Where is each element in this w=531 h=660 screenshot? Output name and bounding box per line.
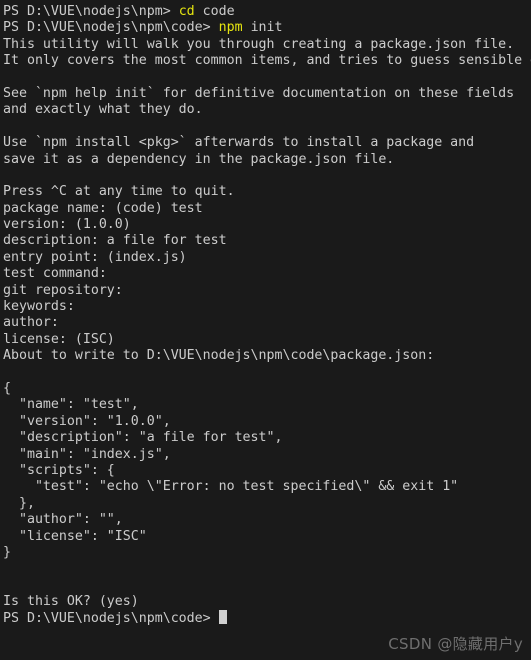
output-token: entry point: (index.js)	[3, 249, 187, 265]
output-token: and exactly what they do.	[3, 102, 203, 118]
output-token: save it as a dependency in the package.j…	[3, 151, 395, 167]
terminal-line: See `npm help init` for definitive docum…	[3, 86, 531, 102]
output-token: "scripts": {	[3, 462, 115, 478]
output-token: "main": "index.js",	[3, 446, 171, 462]
terminal-window[interactable]: PS D:\VUE\nodejs\npm> cd code PS D:\VUE\n…	[0, 0, 531, 660]
terminal-line: test command:	[3, 266, 531, 282]
terminal-line: Is this OK? (yes)	[3, 594, 531, 610]
output-token	[3, 365, 11, 380]
output-token: license: (ISC)	[3, 331, 115, 347]
output-token: See `npm help init` for definitive docum…	[3, 85, 515, 101]
terminal-line	[3, 119, 531, 135]
output-token: Press ^C at any time to quit.	[3, 184, 235, 200]
terminal-line: package name: (code) test	[3, 201, 531, 217]
output-token: "license": "ISC"	[3, 528, 147, 544]
output-token: It only covers the most common items, an…	[3, 53, 531, 69]
terminal-line: "author": "",	[3, 512, 531, 528]
prompt-token: PS D:\VUE\nodejs\npm\code>	[3, 20, 219, 36]
terminal-line: "test": "echo \"Error: no test specified…	[3, 479, 531, 495]
terminal-line: "version": "1.0.0",	[3, 414, 531, 430]
terminal-line	[3, 365, 531, 381]
prompt-token: PS D:\VUE\nodejs\npm\code>	[3, 611, 219, 627]
output-token: Is this OK? (yes)	[3, 594, 139, 610]
output-token	[3, 168, 11, 183]
output-token	[3, 119, 11, 134]
terminal-line: "license": "ISC"	[3, 529, 531, 545]
terminal-line: version: (1.0.0)	[3, 217, 531, 233]
output-token	[3, 578, 11, 593]
output-token: package name: (code) test	[3, 200, 203, 216]
terminal-line: "description": "a file for test",	[3, 430, 531, 446]
output-token: version: (1.0.0)	[3, 217, 131, 233]
prompt-token: PS D:\VUE\nodejs\npm>	[3, 4, 179, 19]
terminal-line	[3, 561, 531, 577]
terminal-line: keywords:	[3, 299, 531, 315]
output-token: "test": "echo \"Error: no test specified…	[3, 479, 459, 495]
terminal-line: Press ^C at any time to quit.	[3, 184, 531, 200]
terminal-line: author:	[3, 315, 531, 331]
output-token: This utility will walk you through creat…	[3, 36, 515, 52]
output-token: "version": "1.0.0",	[3, 413, 171, 429]
terminal-line: This utility will walk you through creat…	[3, 37, 531, 53]
terminal-line: save it as a dependency in the package.j…	[3, 152, 531, 168]
output-token: test command:	[3, 266, 107, 282]
csdn-watermark: CSDN @隐藏用户y	[388, 634, 523, 653]
terminal-line: license: (ISC)	[3, 332, 531, 348]
output-token: git repository:	[3, 282, 123, 298]
output-token: "author": "",	[3, 512, 123, 528]
terminal-output: PS D:\VUE\nodejs\npm> cd code PS D:\VUE\n…	[3, 4, 531, 627]
command-token: cd	[178, 4, 195, 19]
output-token: "description": "a file for test",	[3, 430, 283, 446]
output-token: },	[3, 495, 35, 511]
terminal-line: and exactly what they do.	[3, 102, 531, 118]
terminal-cursor[interactable]	[218, 610, 227, 625]
terminal-line: Use `npm install <pkg>` afterwards to in…	[3, 135, 531, 151]
terminal-line: "name": "test",	[3, 397, 531, 413]
terminal-line: description: a file for test	[3, 233, 531, 249]
terminal-line: git repository:	[3, 283, 531, 299]
output-token: keywords:	[3, 299, 75, 315]
terminal-line: About to write to D:\VUE\nodejs\npm\code…	[3, 348, 531, 364]
output-token: description: a file for test	[3, 233, 227, 249]
terminal-line: "main": "index.js",	[3, 447, 531, 463]
output-token: }	[3, 544, 11, 560]
terminal-line: "scripts": {	[3, 463, 531, 479]
output-token: {	[3, 380, 11, 396]
terminal-line: PS D:\VUE\nodejs\npm\code>	[3, 610, 531, 626]
terminal-line	[3, 578, 531, 594]
output-token: author:	[3, 315, 59, 331]
terminal-line: {	[3, 381, 531, 397]
terminal-line: It only covers the most common items, an…	[3, 53, 531, 69]
output-token: init	[242, 20, 283, 36]
output-token: About to write to D:\VUE\nodejs\npm\code…	[3, 348, 435, 364]
output-token: "name": "test",	[3, 397, 139, 413]
terminal-line: entry point: (index.js)	[3, 250, 531, 266]
output-token: code	[194, 4, 235, 19]
output-token	[3, 70, 11, 85]
output-token	[3, 561, 11, 576]
terminal-line: },	[3, 496, 531, 512]
terminal-line	[3, 168, 531, 184]
terminal-line	[3, 70, 531, 86]
terminal-line: }	[3, 545, 531, 561]
output-token: Use `npm install <pkg>` afterwards to in…	[3, 135, 475, 151]
terminal-line: PS D:\VUE\nodejs\npm> cd code	[3, 4, 531, 20]
terminal-line: PS D:\VUE\nodejs\npm\code> npm init	[3, 20, 531, 36]
command-token: npm	[218, 20, 243, 36]
